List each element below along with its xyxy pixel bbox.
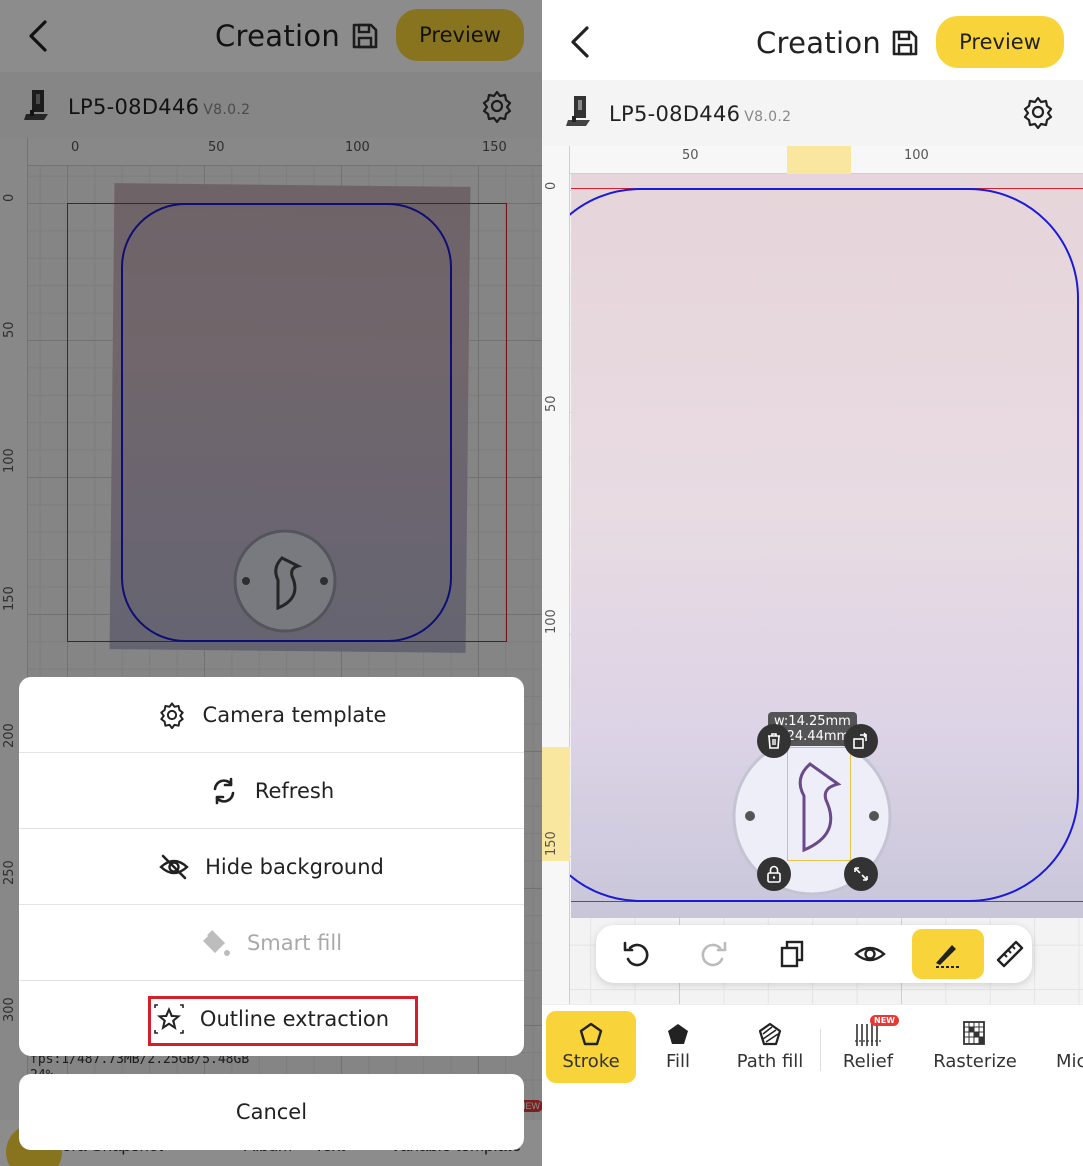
tab-mic[interactable]: Mic — [1056, 1011, 1083, 1083]
save-icon — [892, 30, 918, 56]
gear-icon — [157, 700, 187, 730]
menu-item-refresh[interactable]: Refresh — [19, 753, 524, 829]
chevron-left-icon — [571, 26, 589, 58]
tab-label: Fill — [665, 1051, 691, 1072]
cancel-button[interactable]: Cancel — [19, 1074, 524, 1150]
action-sheet: Camera template Refresh Hide background … — [19, 677, 524, 1056]
device-name[interactable]: LP5-08D446 V8.0.2 — [609, 102, 791, 126]
refresh-icon — [209, 776, 239, 806]
settings-button[interactable] — [1016, 90, 1060, 134]
pentagon-hatched-icon — [757, 1017, 783, 1051]
cancel-sheet: Cancel — [19, 1074, 524, 1150]
top-bar: Creation Preview — [542, 0, 1083, 80]
redo-icon — [701, 941, 727, 967]
gear-icon — [1023, 96, 1053, 129]
eye-icon — [854, 946, 886, 962]
new-badge: NEW — [870, 1015, 899, 1026]
device-version: V8.0.2 — [744, 109, 792, 125]
delete-handle[interactable] — [757, 724, 791, 758]
eye-off-icon — [159, 852, 189, 882]
ruler-v-tick: 100 — [544, 609, 559, 634]
pentagon-outline-icon — [578, 1017, 604, 1051]
paint-bucket-icon — [201, 928, 231, 958]
laser-device-icon — [566, 96, 590, 126]
tab-label: Mic — [1056, 1051, 1083, 1072]
menu-item-label: Refresh — [254, 779, 335, 803]
left-screen: Creation Preview LP5-08D446 V8.0.2 0 50 1… — [0, 0, 542, 1166]
menu-item-label: Hide background — [205, 855, 384, 879]
tab-path-fill[interactable]: Path fill — [728, 1011, 812, 1083]
preview-button[interactable]: Preview — [936, 16, 1064, 68]
tab-relief[interactable]: NEW Relief — [834, 1011, 902, 1083]
duplicate-button[interactable] — [756, 929, 828, 979]
trash-icon — [768, 733, 780, 749]
work-canvas[interactable]: w:14.25mm h:24.44mm 50 100 0 50 100 150 — [542, 146, 1083, 1004]
scale-handle[interactable] — [844, 857, 878, 891]
tab-stroke[interactable]: Stroke — [546, 1011, 636, 1083]
menu-item-smart-fill: Smart fill — [19, 905, 524, 981]
tab-label: Rasterize — [933, 1051, 1017, 1072]
menu-item-label: Camera template — [202, 703, 387, 727]
ruler-h-tick: 50 — [682, 148, 699, 163]
tab-label: Path fill — [736, 1051, 804, 1072]
tab-label: Relief — [842, 1051, 894, 1072]
rotate-handle[interactable] — [844, 724, 878, 758]
mode-tab-bar: Stroke Fill Path fill NEW Relief Rasteri… — [542, 1004, 1083, 1090]
device-bar: LP5-08D446 V8.0.2 — [542, 80, 1083, 146]
undo-icon — [623, 941, 649, 967]
page-title: Creation — [756, 26, 882, 60]
menu-item-label: Smart fill — [246, 931, 343, 955]
edit-toolbar — [596, 925, 1032, 983]
tab-rasterize[interactable]: Rasterize — [930, 1011, 1020, 1083]
duplicate-icon — [780, 940, 804, 968]
highlight-box — [148, 996, 418, 1046]
ruler-v-tick: 0 — [544, 181, 559, 190]
back-button[interactable] — [560, 20, 600, 64]
resize-icon — [854, 867, 868, 881]
menu-item-camera-template[interactable]: Camera template — [19, 677, 524, 753]
pentagon-filled-icon — [665, 1017, 691, 1051]
rasterize-icon — [960, 1017, 990, 1051]
visibility-button[interactable] — [834, 929, 906, 979]
ruler-button[interactable] — [990, 929, 1030, 979]
selection-box[interactable] — [787, 747, 851, 861]
tab-label: Stroke — [562, 1051, 620, 1072]
tab-fill[interactable]: Fill — [648, 1011, 708, 1083]
width-label: w:14.25mm — [774, 714, 851, 729]
vertical-ruler: 0 50 100 150 — [542, 146, 570, 1004]
right-screen: Creation Preview LP5-08D446 V8.0.2 w:14.2… — [542, 0, 1083, 1166]
undo-button[interactable] — [600, 929, 672, 979]
rotate-icon — [853, 732, 867, 749]
ruler-v-tick: 150 — [544, 831, 559, 856]
ruler-selection-marker — [787, 146, 851, 174]
menu-item-hide-background[interactable]: Hide background — [19, 829, 524, 905]
lock-icon — [767, 865, 781, 883]
horizontal-ruler: 50 100 — [542, 146, 1083, 174]
pen-icon — [936, 945, 960, 968]
redo-button[interactable] — [678, 929, 750, 979]
ruler-icon — [996, 940, 1024, 968]
ruler-v-tick: 50 — [544, 395, 559, 412]
save-button[interactable] — [888, 26, 922, 60]
pen-button[interactable] — [912, 929, 984, 979]
mic-tab-icon — [1056, 1017, 1082, 1051]
lock-handle[interactable] — [757, 857, 791, 891]
device-name-text: LP5-08D446 — [609, 102, 741, 126]
ruler-h-tick: 100 — [904, 148, 929, 163]
tab-divider — [820, 1029, 821, 1071]
